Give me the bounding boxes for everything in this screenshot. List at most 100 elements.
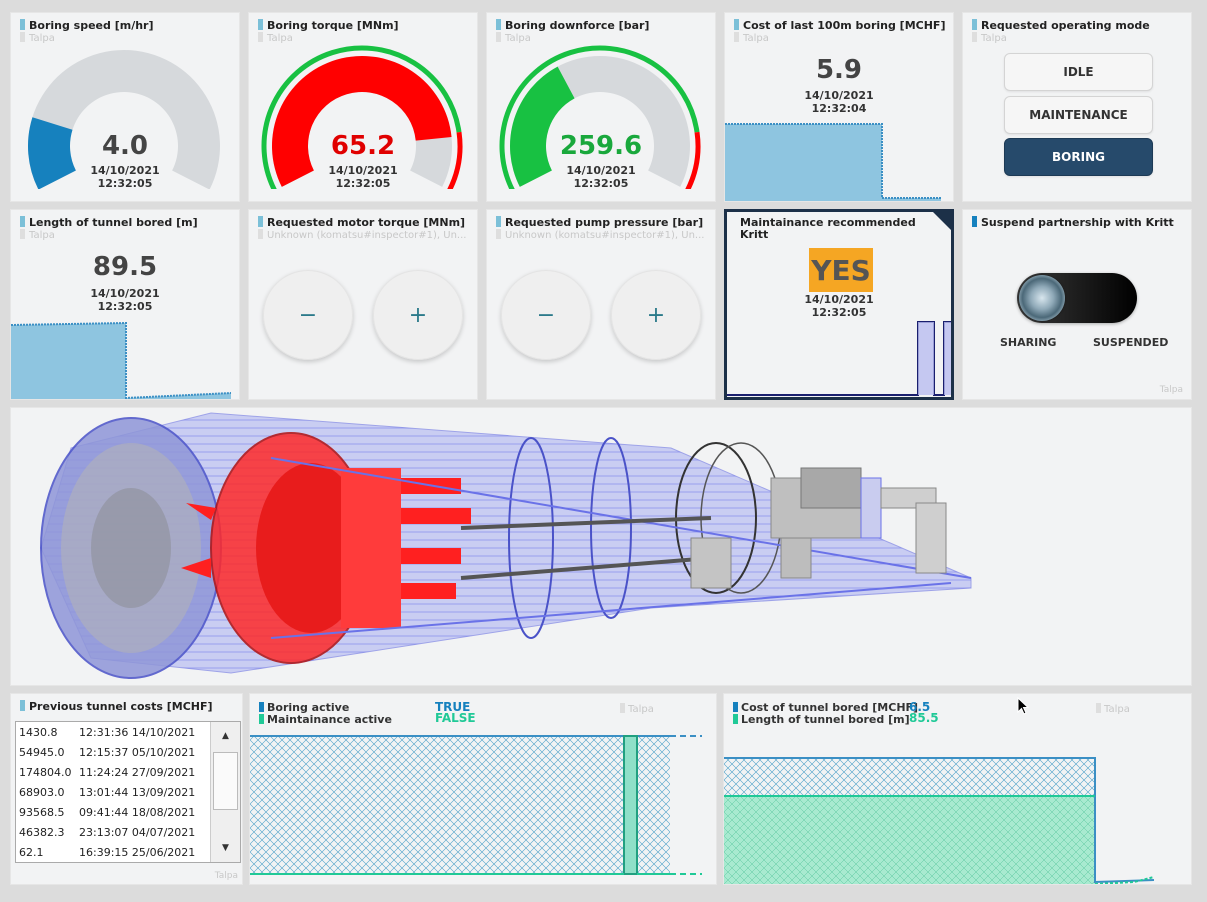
list-scrollbar[interactable]: ▲ ▼ <box>210 722 240 862</box>
card-title: Boring speed [m/hr] <box>29 19 154 32</box>
tunnel-boring-machine-model <box>40 412 972 679</box>
cost-cell: 46382.3 <box>19 825 65 839</box>
tunnel-length-time: 12:32:05 <box>97 300 153 313</box>
source-label: Talpa <box>981 33 1007 44</box>
gauge-date: 14/10/2021 <box>566 164 636 177</box>
table-row[interactable]: 46382.3 23:13:07 04/07/2021 <box>16 822 198 842</box>
scroll-thumb[interactable] <box>213 752 238 810</box>
table-row[interactable]: 93568.5 09:41:44 18/08/2021 <box>16 802 198 822</box>
maintenance-time: 12:32:05 <box>811 306 867 319</box>
source-label: Talpa <box>1104 704 1130 715</box>
cost-length-chart-card: Cost of tunnel bored [MCHF] Length of tu… <box>723 693 1192 885</box>
time-cell: 12:31:36 14/10/2021 <box>79 725 196 739</box>
cost-sparkline <box>725 123 941 201</box>
time-cell: 16:39:15 25/06/2021 <box>79 845 196 859</box>
card-title: Requested motor torque [MNm] <box>267 216 466 229</box>
status-chart-card: Boring active Maintainance active TRUE F… <box>249 693 717 885</box>
gauge-card-boring-speed: Boring speed [m/hr] Talpa 4.0 14/10/2021… <box>10 12 240 202</box>
status-chart <box>250 735 702 875</box>
gauge-value: 4.0 <box>101 131 149 161</box>
table-row[interactable]: 54945.0 12:15:37 05/10/2021 <box>16 742 198 762</box>
card-title: Boring downforce [bar] <box>505 19 650 32</box>
mouse-cursor-icon <box>1017 697 1030 715</box>
card-title: Requested pump pressure [bar] <box>505 216 704 229</box>
cost-cell: 174804.0 <box>19 765 72 779</box>
mode-idle-button[interactable]: IDLE <box>1004 53 1153 91</box>
cost-last-100m-card: Cost of last 100m boring [MCHF] Talpa 5.… <box>724 12 954 202</box>
length-tunnel-value: 85.5 <box>909 711 939 725</box>
gauge-value: 259.6 <box>559 131 643 161</box>
partnership-toggle[interactable] <box>1017 273 1137 323</box>
legend-maintenance-active: Maintainance active <box>267 713 392 726</box>
card-title: Previous tunnel costs [MCHF] <box>29 700 213 713</box>
card-title: Length of tunnel bored [m] <box>29 216 198 229</box>
time-cell: 13:01:44 13/09/2021 <box>79 785 196 799</box>
gauge-date: 14/10/2021 <box>328 164 398 177</box>
cost-time: 12:32:04 <box>811 102 867 115</box>
maintenance-date: 14/10/2021 <box>804 293 874 306</box>
toggle-knob <box>1019 275 1065 321</box>
legend-length-tunnel: Length of tunnel bored [m] <box>741 713 910 726</box>
table-row[interactable]: 174804.0 11:24:24 27/09/2021 <box>16 762 198 782</box>
gauge-date: 14/10/2021 <box>90 164 160 177</box>
gauge-card-boring-downforce: Boring downforce [bar] Talpa 259.6 14/10… <box>486 12 716 202</box>
time-cell: 11:24:24 27/09/2021 <box>79 765 196 779</box>
card-subtitle: Unknown (komatsu#inspector#1), Un... <box>267 230 467 241</box>
cost-cell: 62.1 <box>19 845 44 859</box>
sharing-label: SHARING <box>1000 336 1057 349</box>
maintenance-card: Maintainance recommended Kritt YES 14/10… <box>724 209 954 400</box>
maintenance-sparkline <box>727 321 951 396</box>
tunnel-length-value: 89.5 <box>92 252 158 282</box>
suspended-label: SUSPENDED <box>1093 336 1169 349</box>
cost-cell: 68903.0 <box>19 785 65 799</box>
tunnel-length-card: Length of tunnel bored [m] Talpa 89.5 14… <box>10 209 240 400</box>
card-title: Cost of last 100m boring [MCHF] <box>743 19 946 32</box>
time-cell: 12:15:37 05/10/2021 <box>79 745 196 759</box>
time-cell: 09:41:44 18/08/2021 <box>79 805 196 819</box>
source-label: Talpa <box>214 871 238 881</box>
gauge-time: 12:32:05 <box>335 177 391 190</box>
source-label: Talpa <box>743 33 769 44</box>
motor-torque-card: Requested motor torque [MNm] Unknown (ko… <box>248 209 478 400</box>
cost-date: 14/10/2021 <box>804 89 874 102</box>
tbm-3d-model-viewer[interactable] <box>10 407 1192 686</box>
card-title: Suspend partnership with Kritt <box>981 216 1174 229</box>
mode-boring-button[interactable]: BORING <box>1004 138 1153 176</box>
source-label: Talpa <box>1159 385 1183 395</box>
gauge-time: 12:32:05 <box>573 177 629 190</box>
card-subtitle: Unknown (komatsu#inspector#1), Un... <box>505 230 705 241</box>
cost-cell: 54945.0 <box>19 745 65 759</box>
cost-cell: 1430.8 <box>19 725 58 739</box>
source-label: Talpa <box>628 704 654 715</box>
corner-flag-icon <box>933 212 951 230</box>
source-label: Talpa <box>29 230 55 241</box>
pump-pressure-decrease-button[interactable]: − <box>501 270 591 360</box>
maintenance-status-badge: YES <box>809 248 873 292</box>
time-cell: 23:13:07 04/07/2021 <box>79 825 196 839</box>
scroll-down-button[interactable]: ▼ <box>211 834 240 862</box>
card-title: Requested operating mode <box>981 19 1150 32</box>
table-row[interactable]: 62.1 16:39:15 25/06/2021 <box>16 842 198 862</box>
partnership-card: Suspend partnership with Kritt SHARING S… <box>962 209 1192 400</box>
gauge-value: 65.2 <box>330 131 396 161</box>
table-row[interactable]: 68903.0 13:01:44 13/09/2021 <box>16 782 198 802</box>
card-subtitle: Kritt <box>740 228 769 241</box>
previous-costs-card: Previous tunnel costs [MCHF] 1430.8 12:31… <box>10 693 243 885</box>
maintenance-active-value: FALSE <box>435 711 476 725</box>
pump-pressure-card: Requested pump pressure [bar] Unknown (k… <box>486 209 716 400</box>
card-title: Boring torque [MNm] <box>267 19 399 32</box>
pump-pressure-increase-button[interactable]: + <box>611 270 701 360</box>
table-row[interactable]: 1430.8 12:31:36 14/10/2021 <box>16 722 198 742</box>
motor-torque-increase-button[interactable]: + <box>373 270 463 360</box>
motor-torque-decrease-button[interactable]: − <box>263 270 353 360</box>
gauge-card-boring-torque: Boring torque [MNm] Talpa 65.2 14/10/202… <box>248 12 478 202</box>
cost-length-chart <box>724 757 1155 884</box>
cost-value: 5.9 <box>815 55 863 85</box>
tunnel-length-date: 14/10/2021 <box>90 287 160 300</box>
previous-costs-table: 1430.8 12:31:36 14/10/2021 54945.0 12:15:37… <box>16 722 198 862</box>
scroll-up-button[interactable]: ▲ <box>211 722 240 750</box>
cost-cell: 93568.5 <box>19 805 65 819</box>
previous-costs-list[interactable]: 1430.8 12:31:36 14/10/2021 54945.0 12:15:37… <box>15 721 241 863</box>
tunnel-length-sparkline <box>11 321 232 399</box>
mode-maintenance-button[interactable]: MAINTENANCE <box>1004 96 1153 134</box>
